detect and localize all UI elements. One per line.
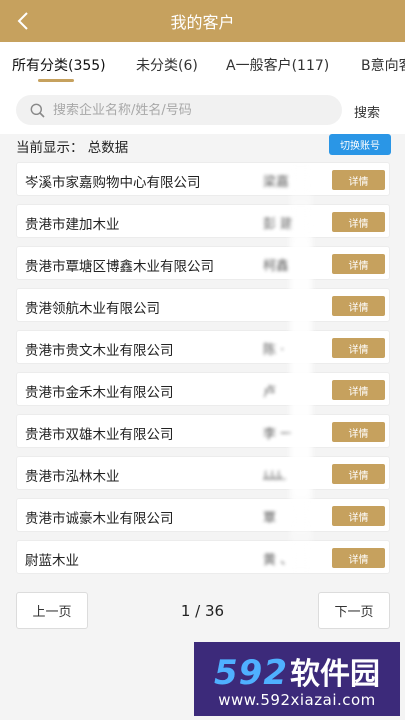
detail-button[interactable]: 详情 [332, 170, 385, 190]
watermark-logo-text: 软件园 [289, 657, 380, 692]
customer-row[interactable]: 贵港市双雄木业有限公司 李 一 详情 [16, 414, 390, 448]
back-button[interactable] [12, 10, 34, 32]
watermark-logo-number: 592 [214, 653, 288, 693]
company-name: 尉蓝木业 [25, 553, 79, 569]
customer-row[interactable]: 贵港市贵文木业有限公司 陈 · 详情 [16, 330, 390, 364]
detail-button[interactable]: 详情 [332, 296, 385, 316]
pagination: 上一页 1 / 36 下一页 [0, 592, 405, 632]
detail-button[interactable]: 详情 [332, 254, 385, 274]
category-tabs: 所有分类(355) 未分类(6) A一般客户(117) B意向客户 [0, 42, 405, 86]
current-display-row: 当前显示： 总数据 切换账号 [0, 134, 405, 158]
detail-button[interactable]: 详情 [332, 212, 385, 232]
tab-all[interactable]: 所有分类(355) [12, 55, 106, 75]
tab-b-intent[interactable]: B意向客户 [361, 55, 405, 75]
company-name: 贵港市建加木业 [25, 217, 120, 233]
contact-name: ﾑﾑﾑ. [263, 469, 287, 484]
detail-button[interactable]: 详情 [332, 422, 385, 442]
watermark-url: www.592xiazai.com [218, 691, 376, 709]
page-title: 我的客户 [170, 13, 235, 32]
chevron-left-icon [17, 12, 28, 30]
customer-row[interactable]: 贵港市覃塘区博鑫木业有限公司 柯鑫 详情 [16, 246, 390, 280]
site-watermark: 592 软件园 www.592xiazai.com [194, 642, 400, 716]
redaction-overlay [290, 162, 312, 572]
contact-name: 柯鑫 [263, 259, 290, 274]
contact-name: 卢 [263, 385, 277, 400]
active-tab-indicator [38, 79, 74, 82]
customer-row[interactable]: 贵港领航木业有限公司 详情 [16, 288, 390, 322]
contact-name: 彭 建 [263, 217, 294, 232]
customer-row[interactable]: 贵港市建加木业 彭 建 详情 [16, 204, 390, 238]
company-name: 贵港市金禾木业有限公司 [25, 385, 174, 401]
search-button[interactable]: 搜索 [354, 102, 380, 121]
detail-button[interactable]: 详情 [332, 380, 385, 400]
contact-name: 梁嘉 [263, 175, 290, 190]
customer-row[interactable]: 岑溪市家嘉购物中心有限公司 梁嘉 详情 [16, 162, 390, 196]
company-name: 贵港市双雄木业有限公司 [25, 427, 174, 443]
detail-button[interactable]: 详情 [332, 464, 385, 484]
switch-account-button[interactable]: 切换账号 [329, 134, 391, 155]
detail-button[interactable]: 详情 [332, 548, 385, 568]
customer-row[interactable]: 贵港市泓林木业 ﾑﾑﾑ. 详情 [16, 456, 390, 490]
contact-name: 陈 · [263, 343, 285, 358]
company-name: 贵港领航木业有限公司 [25, 301, 160, 317]
company-name: 贵港市诚豪木业有限公司 [25, 511, 174, 527]
current-display-label: 当前显示： 总数据 [16, 140, 129, 156]
search-bar: 搜索 [0, 86, 405, 134]
contact-name: 覃 [263, 511, 277, 526]
watermark-logo: 592 软件园 [214, 649, 380, 693]
search-box [16, 95, 342, 125]
customer-row[interactable]: 贵港市金禾木业有限公司 卢 详情 [16, 372, 390, 406]
prev-page-button[interactable]: 上一页 [16, 592, 88, 629]
search-input[interactable] [53, 102, 313, 118]
detail-button[interactable]: 详情 [332, 338, 385, 358]
search-icon [30, 103, 45, 118]
customer-row[interactable]: 贵港市诚豪木业有限公司 覃 详情 [16, 498, 390, 532]
company-name: 贵港市泓林木业 [25, 469, 120, 485]
company-name: 贵港市覃塘区博鑫木业有限公司 [25, 259, 214, 275]
tab-a-general[interactable]: A一般客户(117) [226, 55, 329, 75]
page-indicator: 1 / 36 [180, 602, 225, 620]
company-name: 贵港市贵文木业有限公司 [25, 343, 174, 359]
contact-name: 李 一 [263, 427, 294, 442]
company-name: 岑溪市家嘉购物中心有限公司 [25, 175, 201, 191]
top-bar: 我的客户 [0, 0, 405, 42]
detail-button[interactable]: 详情 [332, 506, 385, 526]
next-page-button[interactable]: 下一页 [318, 592, 390, 629]
customer-row[interactable]: 尉蓝木业 黄 、 详情 [16, 540, 390, 574]
tab-uncategorized[interactable]: 未分类(6) [136, 55, 198, 75]
contact-name: 黄 、 [263, 553, 294, 568]
